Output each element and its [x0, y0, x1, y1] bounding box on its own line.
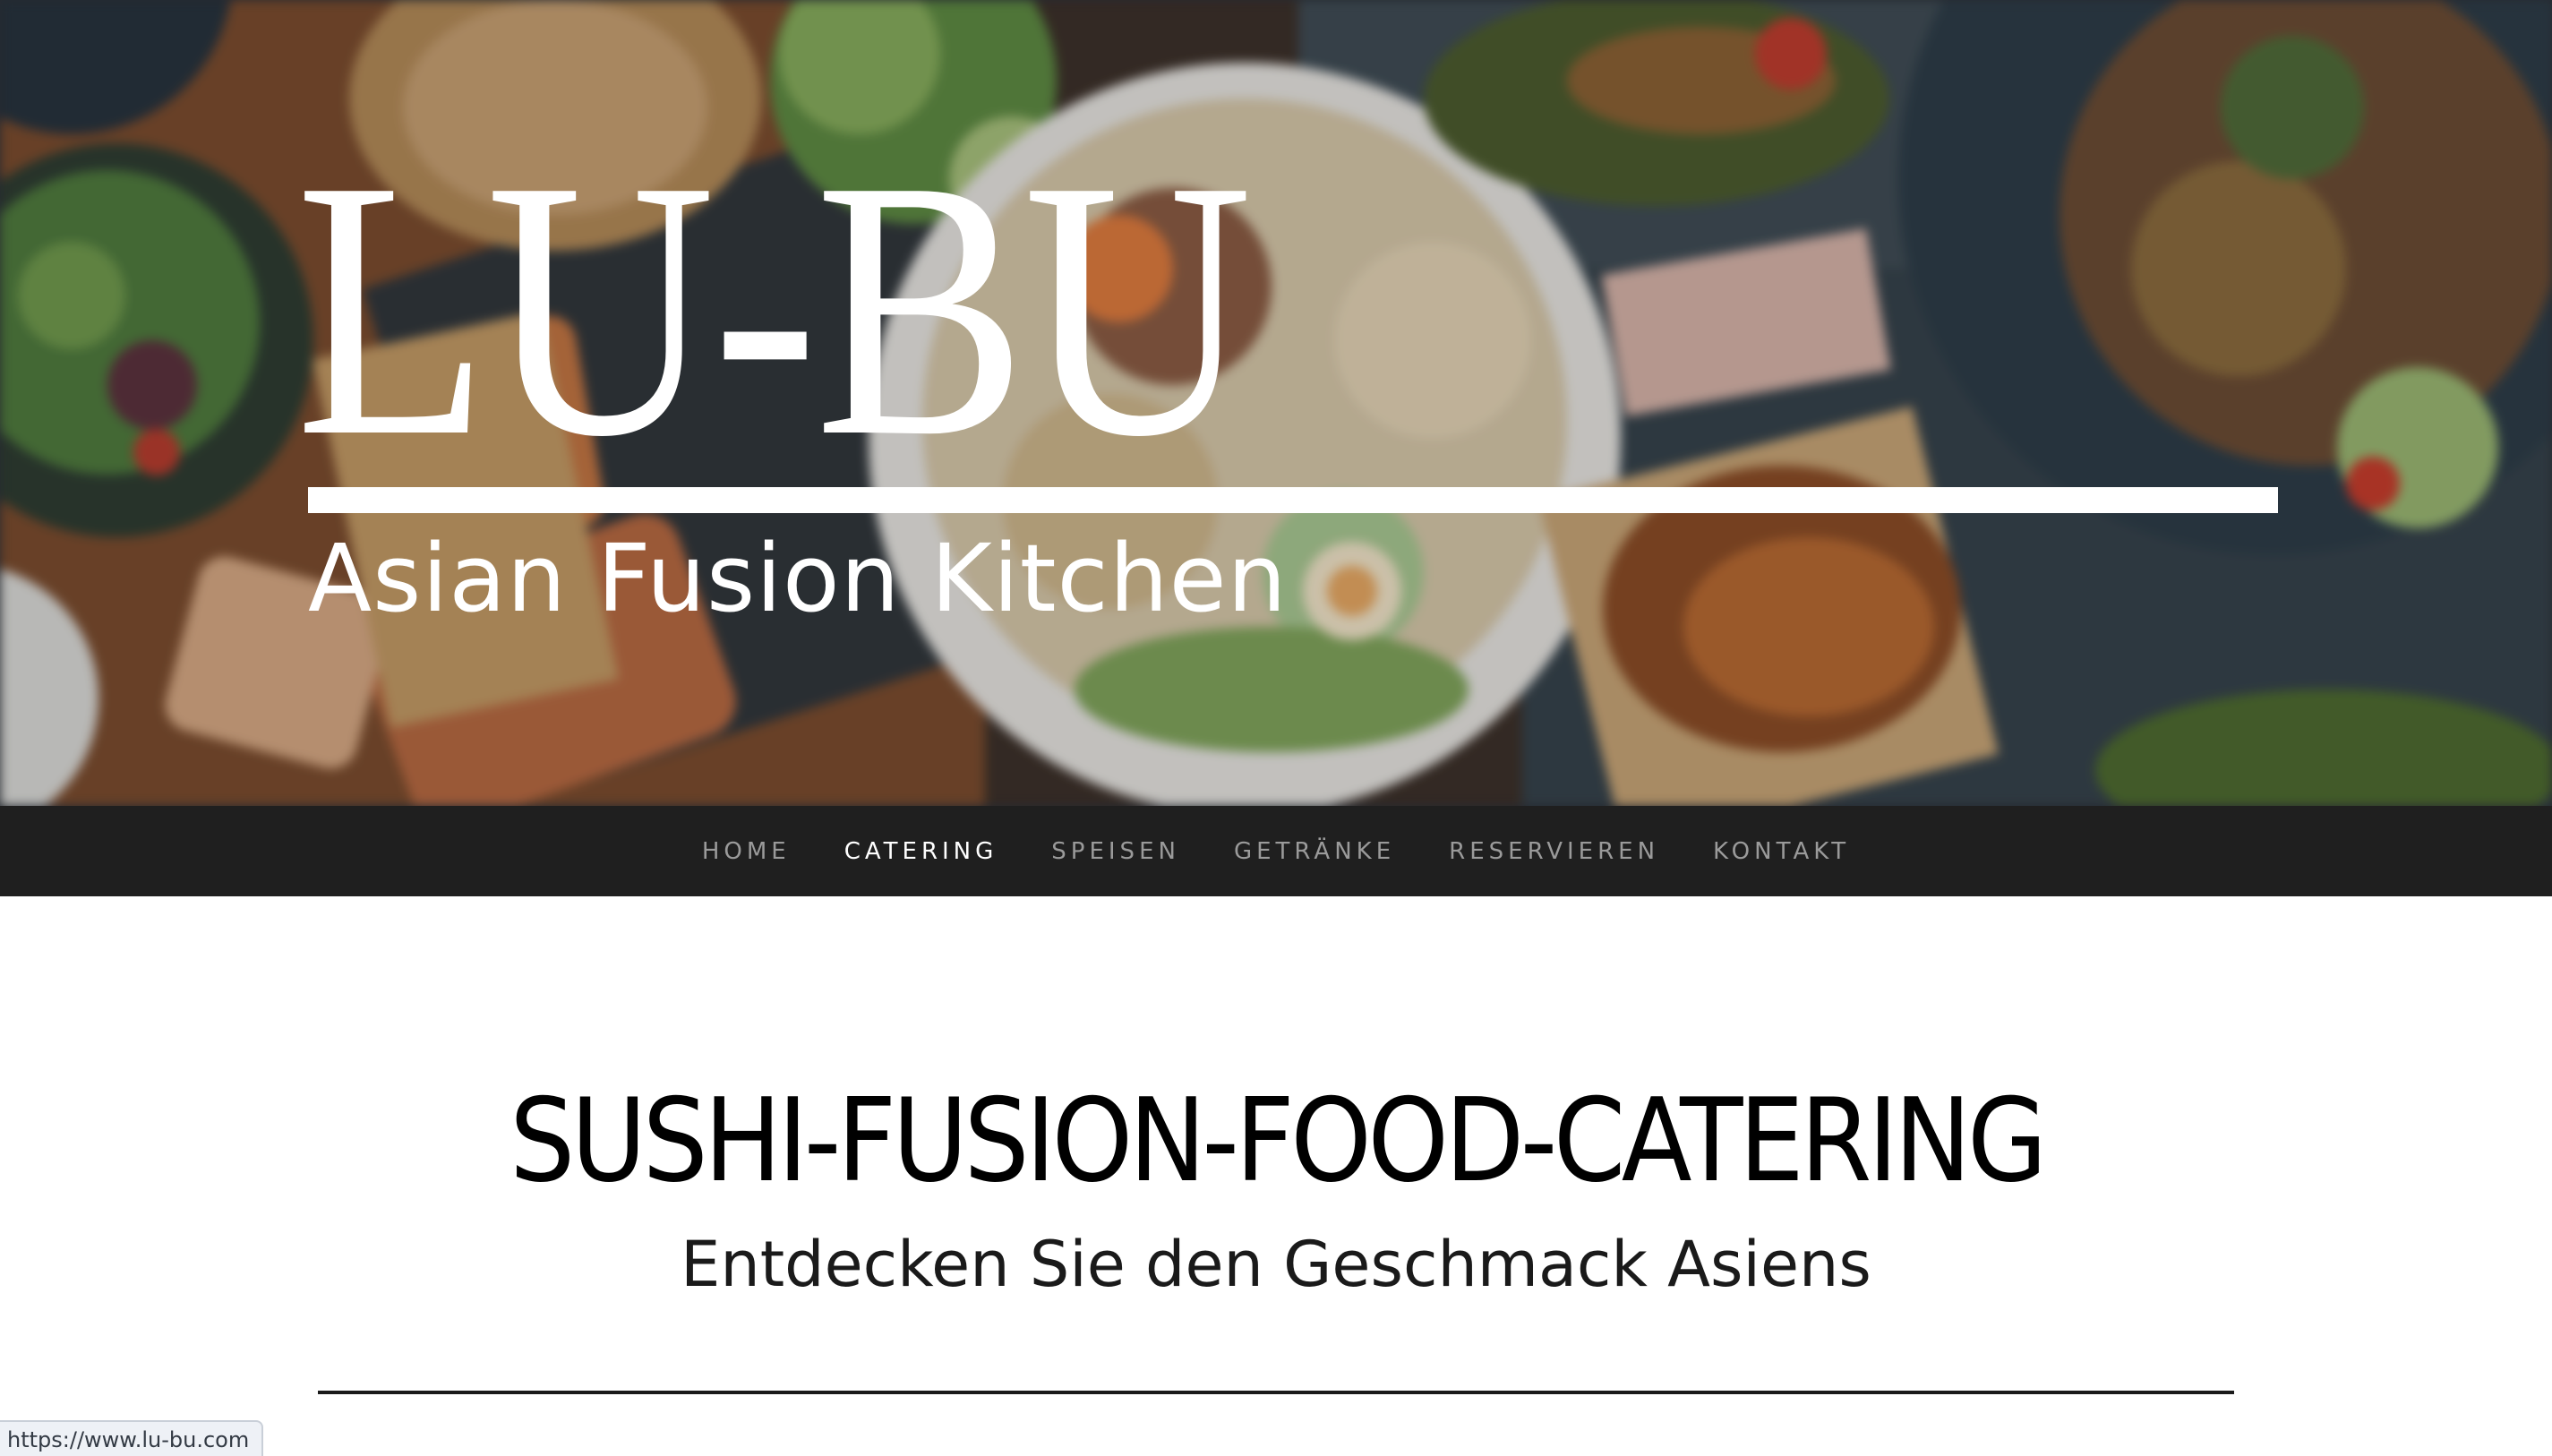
nav-item-kontakt[interactable]: KONTAKT — [1713, 838, 1850, 865]
nav-item-getraenke[interactable]: GETRÄNKE — [1234, 838, 1395, 865]
page-subtitle: Entdecken Sie den Geschmack Asiens — [681, 1228, 1871, 1301]
nav-item-home[interactable]: HOME — [702, 838, 791, 865]
logo-text[interactable]: LU-BU — [295, 124, 1297, 493]
nav-item-reservieren[interactable]: RESERVIEREN — [1449, 838, 1659, 865]
section-divider — [318, 1391, 2234, 1394]
page-title: SUSHI-FUSION-FOOD-CATERING — [0, 1066, 2552, 1218]
page-title-text: SUSHI-FUSION-FOOD-CATERING — [509, 1075, 2047, 1208]
nav-item-catering[interactable]: CATERING — [844, 838, 998, 865]
main-navigation: HOME CATERING SPEISEN GETRÄNKE RESERVIER… — [0, 806, 2552, 896]
hero-header: LU-BU Asian Fusion Kitchen — [0, 0, 2552, 806]
page: LU-BU Asian Fusion Kitchen HOME CATERING… — [0, 0, 2552, 1456]
nav-item-speisen[interactable]: SPEISEN — [1051, 838, 1180, 865]
status-bar-url: https://www.lu-bu.com — [0, 1420, 264, 1456]
logo-underline — [308, 487, 2278, 513]
logo-tagline: Asian Fusion Kitchen — [308, 524, 1288, 633]
